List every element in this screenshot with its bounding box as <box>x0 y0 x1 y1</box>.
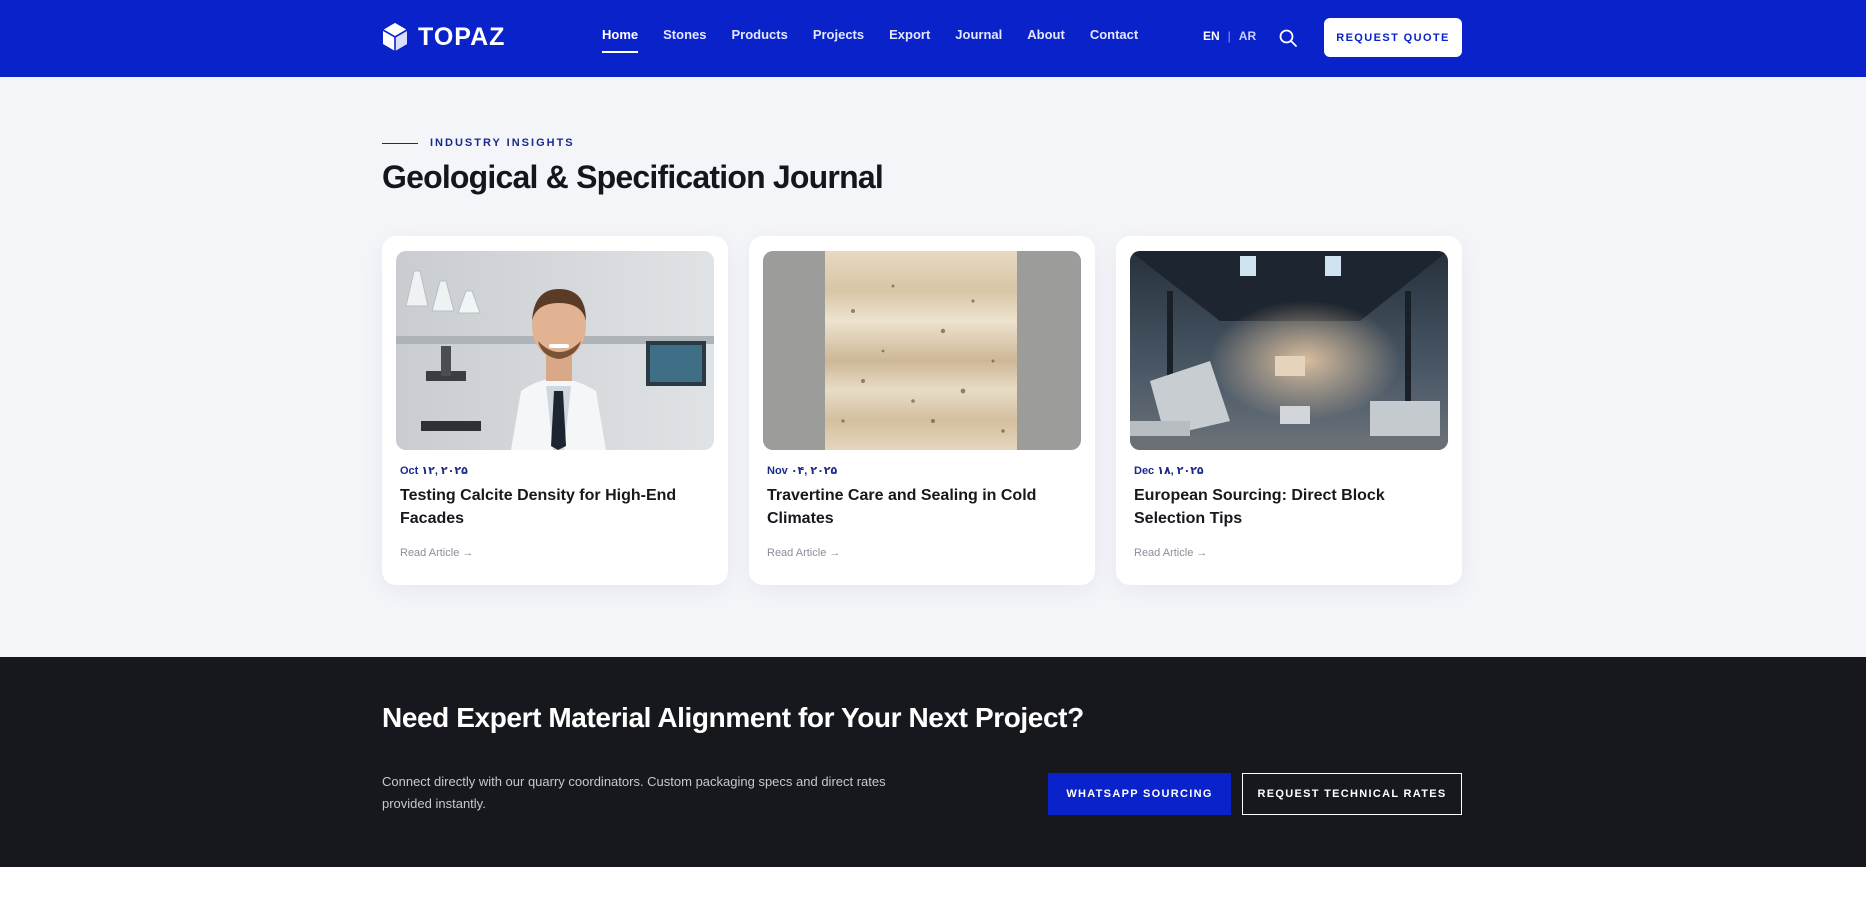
language-switcher: EN | AR <box>1203 29 1256 43</box>
main-nav: Home Stones Products Projects Export Jou… <box>602 27 1163 53</box>
nav-about[interactable]: About <box>1027 27 1065 53</box>
search-icon[interactable] <box>1278 28 1298 48</box>
read-article-link[interactable]: Read Article → <box>1134 547 1207 559</box>
request-quote-button[interactable]: REQUEST QUOTE <box>1324 18 1462 57</box>
request-technical-rates-button[interactable]: REQUEST TECHNICAL RATES <box>1242 773 1462 815</box>
scientist-in-lab-photo <box>396 251 714 450</box>
section-eyebrow: INDUSTRY INSIGHTS <box>382 137 575 149</box>
lang-en[interactable]: EN <box>1203 29 1220 43</box>
read-article-link[interactable]: Read Article → <box>400 547 473 559</box>
nav-projects[interactable]: Projects <box>813 27 864 53</box>
eyebrow-text: INDUSTRY INSIGHTS <box>430 137 575 149</box>
nav-export[interactable]: Export <box>889 27 930 53</box>
article-title[interactable]: Testing Calcite Density for High-End Fac… <box>400 484 712 530</box>
nav-home[interactable]: Home <box>602 27 639 53</box>
nav-contact[interactable]: Contact <box>1090 27 1138 53</box>
quarry-warehouse-photo <box>1130 251 1448 450</box>
travertine-slab-photo <box>763 251 1081 450</box>
lang-separator: | <box>1227 29 1231 43</box>
lang-ar[interactable]: AR <box>1239 29 1256 43</box>
nav-products[interactable]: Products <box>731 27 787 53</box>
article-date: Oct ۱۲, ۲۰۲۵ <box>400 465 468 477</box>
article-date: Dec ۱۸, ۲۰۲۵ <box>1134 465 1204 477</box>
site-header: TOPAZ Home Stones Products Projects Expo… <box>0 0 1866 77</box>
read-article-link[interactable]: Read Article → <box>767 547 840 559</box>
nav-journal[interactable]: Journal <box>955 27 1002 53</box>
article-card[interactable]: Nov ۰۴, ۲۰۲۵ Travertine Care and Sealing… <box>749 236 1095 585</box>
logo-text: TOPAZ <box>418 22 506 51</box>
article-card[interactable]: Dec ۱۸, ۲۰۲۵ European Sourcing: Direct B… <box>1116 236 1462 585</box>
article-card[interactable]: Oct ۱۲, ۲۰۲۵ Testing Calcite Density for… <box>382 236 728 585</box>
article-title[interactable]: European Sourcing: Direct Block Selectio… <box>1134 484 1446 530</box>
article-date: Nov ۰۴, ۲۰۲۵ <box>767 465 838 477</box>
article-title[interactable]: Travertine Care and Sealing in Cold Clim… <box>767 484 1079 530</box>
logo[interactable]: TOPAZ <box>382 22 505 52</box>
eyebrow-line <box>382 142 418 144</box>
cta-title: Need Expert Material Alignment for Your … <box>382 702 1084 733</box>
cta-section: Need Expert Material Alignment for Your … <box>0 657 1866 867</box>
cube-logo-icon <box>382 23 408 51</box>
nav-stones[interactable]: Stones <box>663 27 706 53</box>
whatsapp-sourcing-button[interactable]: WHATSAPP SOURCING <box>1048 773 1231 815</box>
cta-text: Connect directly with our quarry coordin… <box>382 774 886 811</box>
article-cards: Oct ۱۲, ۲۰۲۵ Testing Calcite Density for… <box>382 236 1462 585</box>
section-title: Geological & Specification Journal <box>382 159 884 195</box>
journal-section: INDUSTRY INSIGHTS Geological & Specifica… <box>0 77 1866 657</box>
